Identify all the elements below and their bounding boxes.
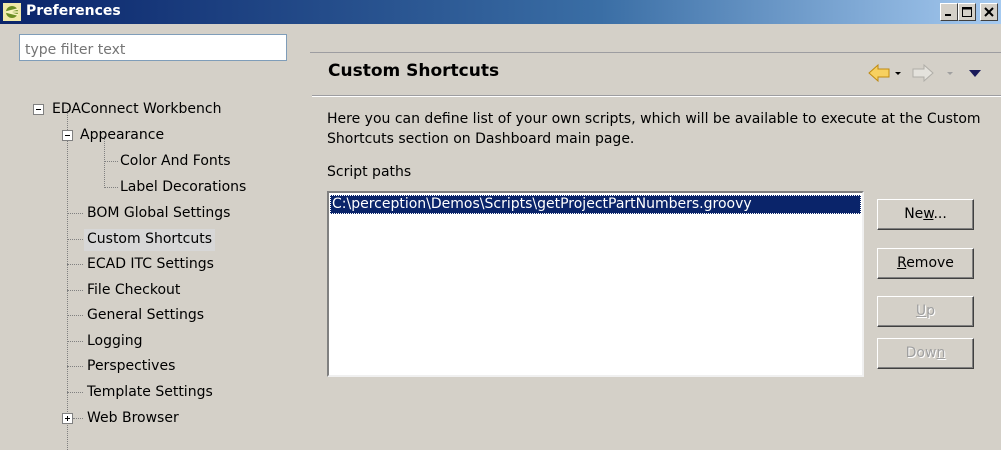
tree-line [67,109,68,450]
tree-line [67,213,83,214]
down-button[interactable]: Down [877,338,974,369]
collapse-icon[interactable] [33,104,44,115]
button-mnemonic: U [915,303,927,319]
tree-item-label: BOM Global Settings [87,205,231,221]
tree-item-label: Web Browser [87,410,179,426]
back-arrow-icon[interactable] [868,63,890,83]
expand-icon[interactable] [62,413,73,424]
tree-item-label-decorations[interactable]: Label Decorations [117,177,249,199]
tree-item-label: EDAConnect Workbench [52,101,222,117]
pane-divider [310,52,1001,53]
tree-item-label: Custom Shortcuts [87,231,213,247]
tree-item-edaconnect-workbench[interactable]: EDAConnect Workbench [49,99,224,121]
tree-item-ecad-itc-settings[interactable]: ECAD ITC Settings [84,254,217,276]
tree-line [67,315,83,316]
page-title: Custom Shortcuts [328,61,500,81]
tree-line [67,366,83,367]
remove-button[interactable]: Remove [877,248,974,279]
tree-line [67,392,83,393]
script-paths-label: Script paths [327,164,412,180]
tree-item-label: Template Settings [87,384,213,400]
tree-item-label: ECAD ITC Settings [87,256,214,272]
minimize-button[interactable] [940,3,958,21]
list-item[interactable]: C:\perception\Demos\Scripts\getProjectPa… [330,195,861,214]
button-mnemonic: w [923,206,934,222]
new-button[interactable]: New... [877,199,974,230]
maximize-icon [962,7,972,17]
close-button[interactable] [980,3,998,21]
tree-item-bom-global-settings[interactable]: BOM Global Settings [84,203,233,225]
tree-item-custom-shortcuts[interactable]: Custom Shortcuts [84,229,216,251]
view-menu-icon[interactable] [969,70,981,77]
tree-item-label: General Settings [87,307,205,323]
tree-item-label: Perspectives [87,358,176,374]
tree-line [67,341,83,342]
script-paths-list[interactable]: C:\perception\Demos\Scripts\getProjectPa… [327,191,864,377]
preferences-tree: EDAConnect Workbench Appearance Color An… [0,0,310,450]
button-label: emove [906,255,954,271]
tree-line [67,264,83,265]
minimize-icon [945,14,951,16]
tree-line [104,187,118,188]
button-mnemonic: n [936,345,946,361]
tree-line [67,290,83,291]
tree-item-general-settings[interactable]: General Settings [84,305,207,327]
tree-item-label: Appearance [80,127,165,143]
tree-item-label: Logging [87,333,143,349]
tree-item-label: Color And Fonts [120,153,231,169]
page-description: Here you can define list of your own scr… [327,111,981,147]
forward-dropdown-icon[interactable] [947,72,953,75]
tree-item-appearance[interactable]: Appearance [77,125,167,147]
button-mnemonic: R [897,255,907,271]
tree-item-file-checkout[interactable]: File Checkout [84,280,183,302]
button-label: Ne [904,206,924,222]
maximize-button[interactable] [958,3,976,21]
back-dropdown-icon[interactable] [895,72,901,75]
button-label: p [926,303,936,319]
tree-item-color-and-fonts[interactable]: Color And Fonts [117,151,234,173]
tree-item-logging[interactable]: Logging [84,331,146,353]
page-navigation [833,60,993,86]
tree-line [73,418,83,419]
tree-item-web-browser[interactable]: Web Browser [84,408,182,430]
tree-item-label: Label Decorations [120,179,247,195]
forward-arrow-icon[interactable] [912,63,934,83]
tree-item-label: File Checkout [87,282,181,298]
tree-item-perspectives[interactable]: Perspectives [84,356,178,378]
button-label: ... [933,206,947,222]
header-separator [312,96,1001,97]
up-button[interactable]: Up [877,296,974,327]
preferences-window: Preferences type filter text EDAConnect … [0,0,1001,450]
close-icon [984,7,994,17]
tree-item-template-settings[interactable]: Template Settings [84,382,216,404]
collapse-icon[interactable] [62,130,73,141]
button-label: Dow [905,345,937,361]
tree-line [104,161,118,162]
tree-line [67,239,83,240]
